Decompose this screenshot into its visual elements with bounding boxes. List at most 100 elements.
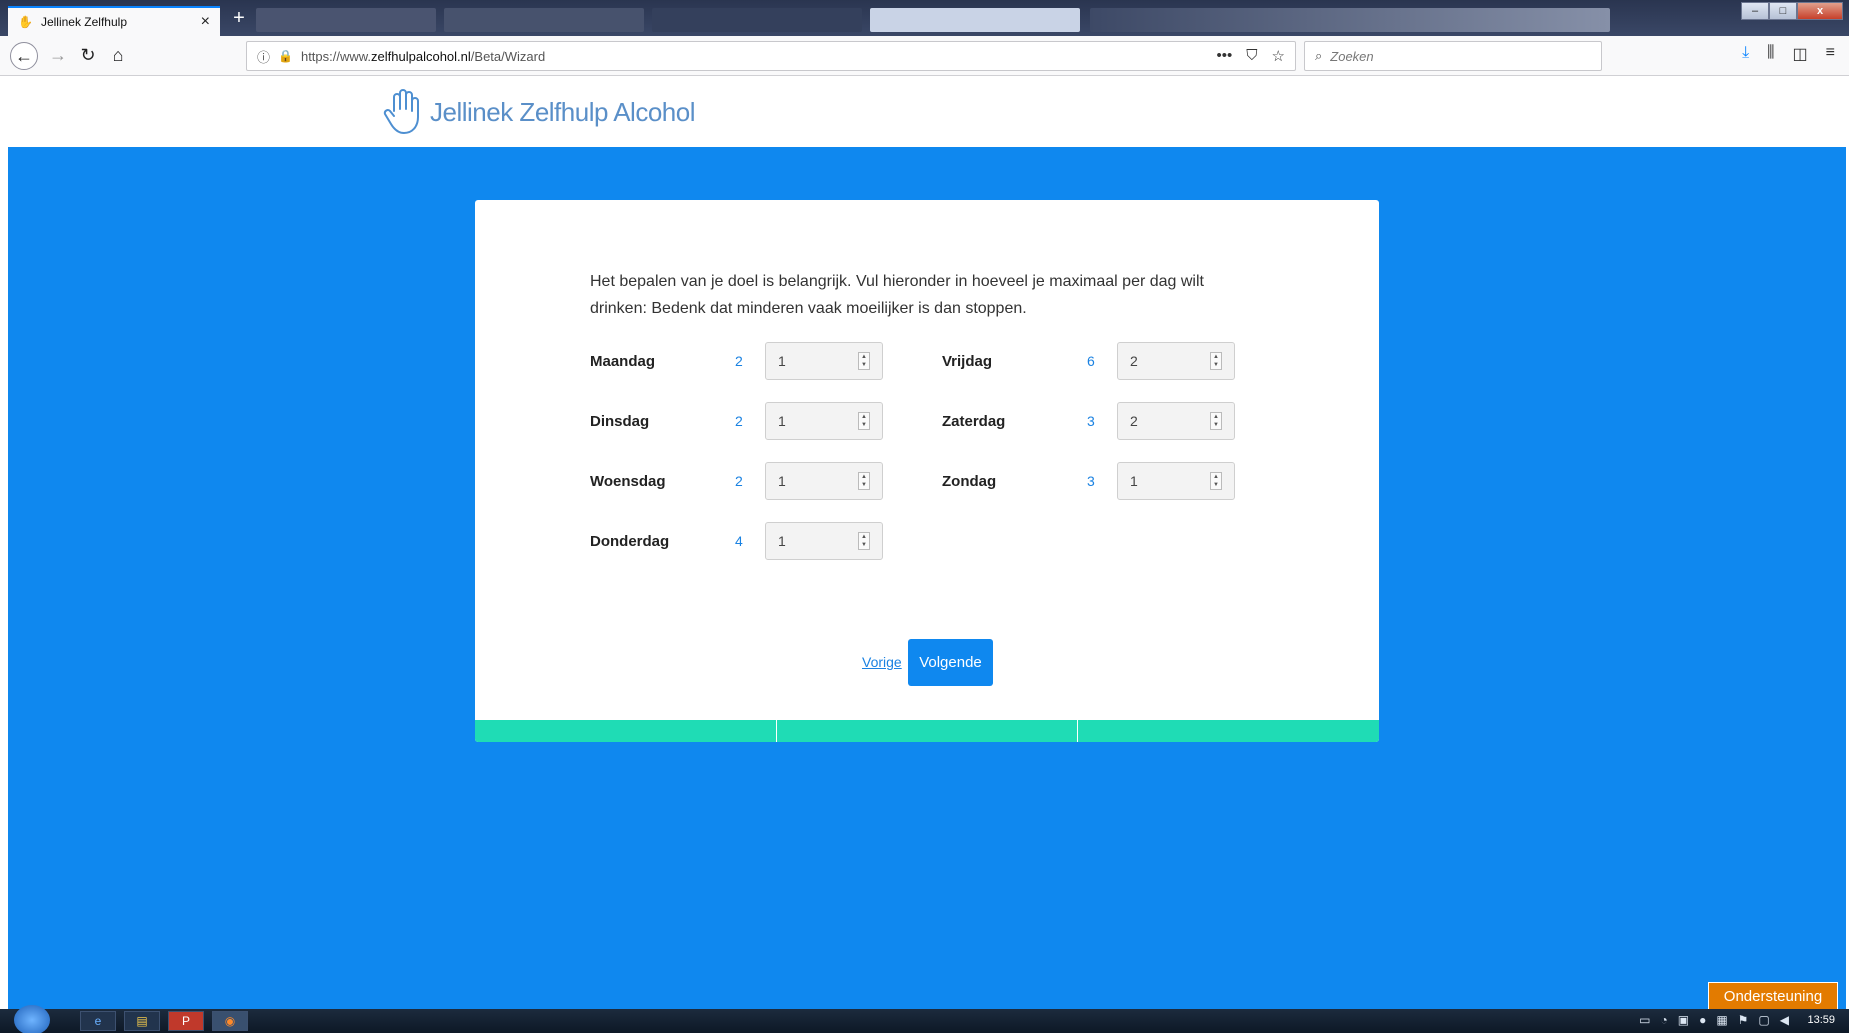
- system-tray: ▭ ◔ ▣ ● ▦ ⚑ ▢ ◀: [1639, 1013, 1789, 1027]
- tab-title: Jellinek Zelfhulp: [40, 15, 127, 29]
- stepper-value: 2: [1130, 353, 1138, 369]
- day-label: Woensdag: [590, 472, 666, 490]
- day-label: Dinsdag: [590, 412, 650, 430]
- tray-battery-icon[interactable]: ▭: [1639, 1013, 1650, 1027]
- tray-flag-icon[interactable]: ⚑: [1738, 1013, 1749, 1027]
- background-tab[interactable]: [444, 8, 644, 32]
- back-button[interactable]: ←: [10, 42, 38, 70]
- goal-stepper-zaterdag[interactable]: 2 ▲ ▼: [1117, 402, 1235, 440]
- search-placeholder: Zoeken: [1330, 48, 1374, 64]
- library-icon[interactable]: ⫼: [1767, 44, 1774, 64]
- goal-stepper-donderdag[interactable]: 1 ▲ ▼: [765, 522, 883, 560]
- toolbar-right: ⤓ ⫼ ◫ ≡: [1742, 44, 1835, 64]
- intro-text: Het bepalen van je doel is belangrijk. V…: [590, 273, 1204, 317]
- home-button[interactable]: ⌂: [104, 42, 132, 70]
- day-row-donderdag: Donderdag 4 1 ▲ ▼: [590, 522, 883, 560]
- internet-explorer-icon[interactable]: e: [80, 1011, 116, 1031]
- spin-arrows-icon[interactable]: ▲ ▼: [1210, 412, 1222, 430]
- tab-active[interactable]: ✋ Jellinek Zelfhulp ×: [8, 6, 220, 36]
- goal-stepper-dinsdag[interactable]: 1 ▲ ▼: [765, 402, 883, 440]
- background-tab[interactable]: [870, 8, 1080, 32]
- wizard-card: Het bepalen van je doel is belangrijk. V…: [475, 200, 1379, 742]
- support-button[interactable]: Ondersteuning: [1708, 982, 1838, 1010]
- hand-logo-icon: [383, 89, 419, 134]
- menu-icon[interactable]: ≡: [1826, 44, 1835, 64]
- current-drinks: 2: [735, 473, 743, 489]
- page-actions-icon[interactable]: •••: [1217, 47, 1233, 65]
- stepper-value: 1: [778, 473, 786, 489]
- day-row-maandag: Maandag 2 1 ▲ ▼: [590, 342, 883, 380]
- day-row-zondag: Zondag 3 1 ▲ ▼: [942, 462, 1235, 500]
- progress-segment: [475, 720, 777, 742]
- goal-stepper-maandag[interactable]: 1 ▲ ▼: [765, 342, 883, 380]
- current-drinks: 3: [1087, 473, 1095, 489]
- current-drinks: 3: [1087, 413, 1095, 429]
- current-drinks: 2: [735, 413, 743, 429]
- current-drinks: 2: [735, 353, 743, 369]
- day-row-vrijdag: Vrijdag 6 2 ▲ ▼: [942, 342, 1235, 380]
- sidebar-icon[interactable]: ◫: [1793, 44, 1808, 64]
- info-icon[interactable]: ⓘ: [257, 47, 270, 66]
- spin-arrows-icon[interactable]: ▲ ▼: [858, 532, 870, 550]
- spin-arrows-icon[interactable]: ▲ ▼: [858, 412, 870, 430]
- windows-taskbar: e ▤ P ◉ ▭ ◔ ▣ ● ▦ ⚑ ▢ ◀ 13:59: [0, 1005, 1849, 1033]
- reload-button[interactable]: ↻: [74, 42, 102, 70]
- lock-icon: 🔒: [278, 49, 293, 63]
- forward-button[interactable]: →: [44, 42, 72, 70]
- close-tab-icon[interactable]: ×: [201, 13, 210, 31]
- spin-arrows-icon[interactable]: ▲ ▼: [858, 352, 870, 370]
- previous-link[interactable]: Vorige: [862, 654, 902, 670]
- goal-stepper-zondag[interactable]: 1 ▲ ▼: [1117, 462, 1235, 500]
- tray-security-icon[interactable]: ●: [1699, 1013, 1706, 1027]
- tray-app-icon[interactable]: ▣: [1678, 1013, 1689, 1027]
- current-drinks: 6: [1087, 353, 1095, 369]
- search-bar[interactable]: ⌕ Zoeken: [1304, 41, 1602, 71]
- search-icon: ⌕: [1315, 48, 1323, 63]
- day-row-dinsdag: Dinsdag 2 1 ▲ ▼: [590, 402, 883, 440]
- minimize-button[interactable]: –: [1741, 2, 1769, 20]
- current-drinks: 4: [735, 533, 743, 549]
- site-logo[interactable]: Jellinek Zelfhulp Alcohol: [380, 87, 696, 137]
- bookmark-star-icon[interactable]: ☆: [1272, 47, 1285, 65]
- day-label: Vrijdag: [942, 352, 993, 370]
- progress-segment: [1078, 720, 1379, 742]
- address-bar[interactable]: ⓘ 🔒 https://www.zelfhulpalcohol.nl/Beta/…: [246, 41, 1296, 71]
- tray-network-icon[interactable]: ◔: [1660, 1013, 1667, 1027]
- background-tab[interactable]: [1090, 8, 1610, 32]
- stepper-value: 1: [778, 413, 786, 429]
- pocket-icon[interactable]: ⛉: [1246, 47, 1257, 65]
- download-icon[interactable]: ⤓: [1742, 44, 1749, 64]
- close-window-button[interactable]: x: [1797, 2, 1843, 20]
- volume-icon[interactable]: ◀: [1780, 1013, 1789, 1027]
- stepper-value: 1: [778, 533, 786, 549]
- taskbar-clock[interactable]: 13:59: [1807, 1014, 1835, 1026]
- start-button[interactable]: [14, 1005, 50, 1033]
- day-label: Zondag: [942, 472, 997, 490]
- powerpoint-icon[interactable]: P: [168, 1011, 204, 1031]
- background-tab[interactable]: [652, 8, 862, 32]
- day-row-zaterdag: Zaterdag 3 2 ▲ ▼: [942, 402, 1235, 440]
- new-tab-button[interactable]: +: [228, 6, 250, 32]
- browser-nav-bar: ← → ↻ ⌂ ⓘ 🔒 https://www.zelfhulpalcohol.…: [0, 36, 1849, 76]
- spin-arrows-icon[interactable]: ▲ ▼: [1210, 472, 1222, 490]
- maximize-button[interactable]: □: [1769, 2, 1797, 20]
- progress-bar: [475, 720, 1379, 742]
- spin-arrows-icon[interactable]: ▲ ▼: [1210, 352, 1222, 370]
- logo-text: Jellinek Zelfhulp Alcohol: [430, 96, 696, 127]
- goal-stepper-woensdag[interactable]: 1 ▲ ▼: [765, 462, 883, 500]
- spin-arrows-icon[interactable]: ▲ ▼: [858, 472, 870, 490]
- goal-stepper-vrijdag[interactable]: 2 ▲ ▼: [1117, 342, 1235, 380]
- url-text[interactable]: https://www.zelfhulpalcohol.nl/Beta/Wiza…: [301, 49, 1217, 64]
- firefox-icon[interactable]: ◉: [212, 1011, 248, 1031]
- day-label: Donderdag: [590, 532, 670, 550]
- tray-display-icon[interactable]: ▦: [1716, 1013, 1727, 1027]
- file-explorer-icon[interactable]: ▤: [124, 1011, 160, 1031]
- next-button[interactable]: Volgende: [908, 639, 993, 686]
- progress-segment: [776, 720, 1079, 742]
- stepper-value: 2: [1130, 413, 1138, 429]
- stepper-value: 1: [778, 353, 786, 369]
- background-tab[interactable]: [256, 8, 436, 32]
- day-label: Zaterdag: [942, 412, 1006, 430]
- day-label: Maandag: [590, 352, 656, 370]
- tray-monitor-icon[interactable]: ▢: [1758, 1013, 1769, 1027]
